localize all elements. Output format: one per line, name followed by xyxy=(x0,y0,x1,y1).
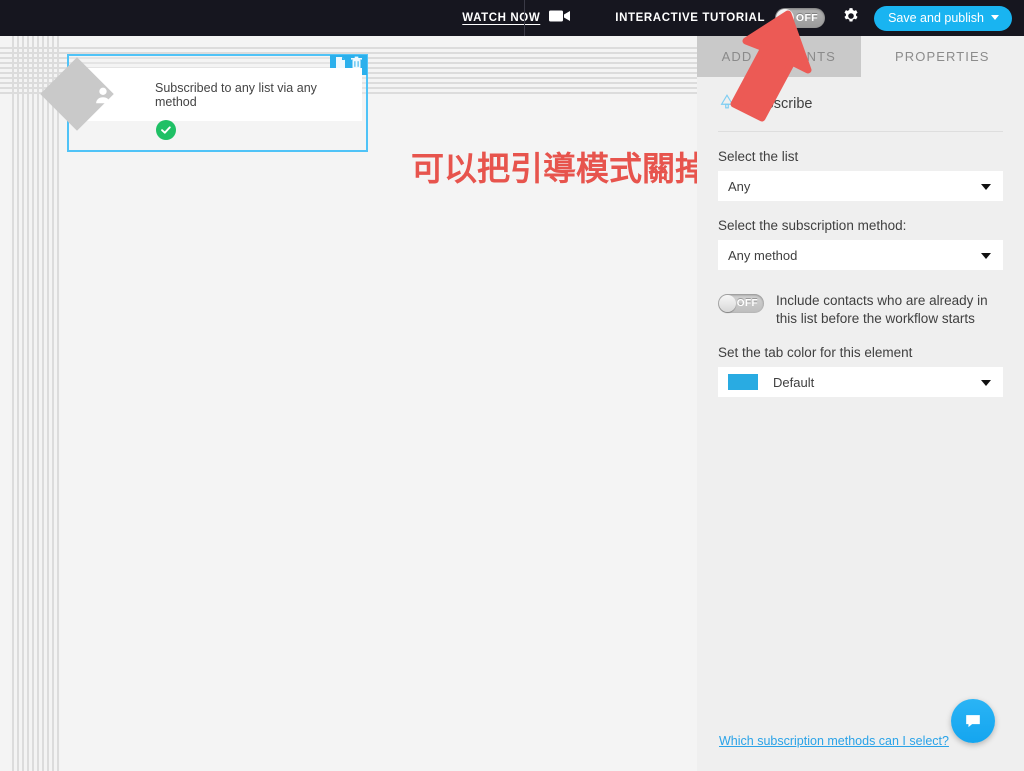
tab-color-value: Default xyxy=(773,374,815,390)
element-header: Subscribe xyxy=(718,77,1003,132)
chevron-down-icon xyxy=(981,380,991,387)
help-link[interactable]: Which subscription methods can I select? xyxy=(719,734,949,748)
panel-content: Subscribe Select the list Any Select the… xyxy=(697,77,1024,398)
include-contacts-toggle[interactable]: OFF xyxy=(718,294,764,313)
watch-now-label: WATCH NOW xyxy=(462,12,541,24)
topbar-divider xyxy=(524,0,525,36)
select-list-value: Any xyxy=(728,178,751,194)
field-select-list: Select the list Any xyxy=(718,149,1003,201)
check-circle-icon xyxy=(156,120,176,140)
chevron-down-icon xyxy=(991,15,999,20)
tab-properties[interactable]: PROPERTIES xyxy=(860,36,1024,77)
field-tab-color: Set the tab color for this element Defau… xyxy=(718,345,1003,398)
include-contacts-label: Include contacts who are already in this… xyxy=(776,293,988,327)
tab-properties-label: PROPERTIES xyxy=(894,49,990,64)
properties-panel: ADD ELEMENTS PROPERTIES Subscribe Select… xyxy=(697,36,1024,771)
select-list-dropdown[interactable]: Any xyxy=(718,171,1003,201)
color-swatch xyxy=(728,374,758,391)
field-subscription-method-label: Select the subscription method: xyxy=(718,218,907,233)
node-label: Subscribed to any list via any method xyxy=(155,80,317,109)
tab-color-dropdown[interactable]: Default xyxy=(718,367,1003,398)
subscribe-icon xyxy=(718,93,736,116)
annotation-text: 可以把引導模式關掉 xyxy=(411,149,708,188)
tab-add-elements[interactable]: ADD ELEMENTS xyxy=(697,36,861,77)
chat-bubble-icon[interactable] xyxy=(951,699,995,743)
select-subscription-method-dropdown[interactable]: Any method xyxy=(718,240,1003,270)
video-camera-icon xyxy=(549,9,571,28)
panel-tabs: ADD ELEMENTS PROPERTIES xyxy=(697,36,1024,77)
gear-icon[interactable] xyxy=(842,7,860,30)
save-and-publish-label: Save and publish xyxy=(888,10,984,25)
field-tab-color-label: Set the tab color for this element xyxy=(718,345,913,361)
tab-add-elements-label: ADD ELEMENTS xyxy=(721,49,836,64)
toggle-knob xyxy=(719,295,736,312)
toggle-state-label: OFF xyxy=(795,12,819,24)
watch-now-button[interactable]: WATCH NOW xyxy=(462,9,571,28)
person-icon xyxy=(77,69,129,121)
chevron-down-icon xyxy=(981,253,991,259)
top-bar: WATCH NOW INTERACTIVE TUTORIAL OFF Save … xyxy=(0,0,1024,36)
chevron-down-icon xyxy=(981,184,991,190)
include-contacts-toggle-state: OFF xyxy=(736,298,758,309)
workflow-node-subscribe[interactable]: Subscribed to any list via any method xyxy=(40,54,368,152)
node-body: Subscribed to any list via any method xyxy=(40,57,362,131)
field-subscription-method: Select the subscription method: Any meth… xyxy=(718,218,1003,270)
select-subscription-method-value: Any method xyxy=(728,247,798,263)
app-root: WATCH NOW INTERACTIVE TUTORIAL OFF Save … xyxy=(0,0,1024,771)
interactive-tutorial-label: INTERACTIVE TUTORIAL xyxy=(615,12,766,24)
toggle-knob xyxy=(776,9,795,27)
interactive-tutorial-toggle[interactable]: OFF xyxy=(775,8,826,28)
include-contacts-row: OFF Include contacts who are already in … xyxy=(718,292,1003,328)
field-select-list-label: Select the list xyxy=(718,149,799,164)
element-title: Subscribe xyxy=(748,96,813,112)
save-and-publish-button[interactable]: Save and publish xyxy=(874,5,1012,31)
